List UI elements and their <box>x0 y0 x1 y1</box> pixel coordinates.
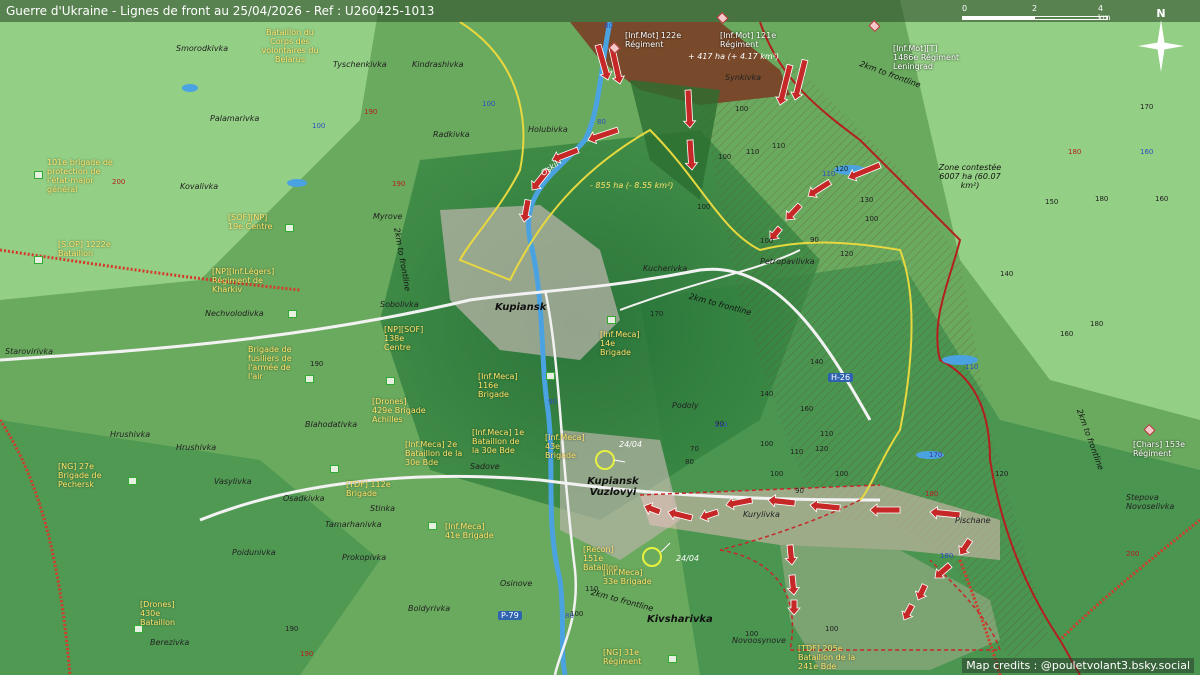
altitude-black-11: 100 <box>865 215 879 223</box>
altitude-black-4: 110 <box>772 142 786 150</box>
altitude-black-27: 170 <box>650 310 664 318</box>
altitude-black-30: 110 <box>820 430 834 438</box>
altitude-black-36: 180 <box>1090 320 1104 328</box>
altitude-black-12: 90 <box>810 236 819 244</box>
altitude-red-5: 200 <box>1126 550 1140 558</box>
altitude-black-1: 110 <box>746 148 760 156</box>
altitude-black-5: 170 <box>1140 103 1154 111</box>
contested-zone-annotation: Zone contestée 6007 ha (60.07 km²) <box>938 163 1002 190</box>
altitude-black-18: 110 <box>790 448 804 456</box>
altitude-black-24: 70 <box>690 445 699 453</box>
map-canvas[interactable]: Guerre d'Ukraine - Lignes de front au 25… <box>0 0 1200 675</box>
loss-annotation: - 855 ha (- 8.55 km²) <box>590 181 674 190</box>
altitude-black-14: 120 <box>840 250 854 258</box>
altitude-blue-0: 100 <box>482 100 496 108</box>
altitude-black-33: 140 <box>1000 270 1014 278</box>
altitude-black-35: 160 <box>1060 330 1074 338</box>
altitude-black-23: 80 <box>685 458 694 466</box>
altitude-black-37: 190 <box>310 360 324 368</box>
altitude-black-10: 130 <box>860 196 874 204</box>
altitude-black-21: 90 <box>795 487 804 495</box>
altitude-red-0: 190 <box>364 108 378 116</box>
date-marker-33: 24/04 <box>676 554 700 563</box>
date-marker-43: 24/04 <box>619 440 643 449</box>
altitude-black-13: 100 <box>760 237 774 245</box>
altitude-blue-2: 110 <box>822 170 836 178</box>
gain-annotation: + 417 ha (+ 4.17 km²) <box>688 52 780 61</box>
altitude-black-28: 140 <box>760 390 774 398</box>
altitude-red-3: 180 <box>1068 148 1082 156</box>
altitude-black-8: 150 <box>1045 198 1059 206</box>
altitude-black-7: 160 <box>1155 195 1169 203</box>
altitude-black-9: 120 <box>835 165 849 173</box>
altitude-red-7: 190 <box>300 650 314 658</box>
altitude-black-29: 100 <box>770 470 784 478</box>
highlight-markers <box>595 450 671 567</box>
altitude-black-2: 100 <box>718 153 732 161</box>
altitude-black-0: 100 <box>735 105 749 113</box>
altitude-black-26: 110 <box>585 585 599 593</box>
altitude-black-34: 100 <box>825 625 839 633</box>
altitude-blue-5: 80 <box>597 118 606 126</box>
altitude-black-3: 100 <box>697 203 711 211</box>
altitude-blue-9: 110 <box>714 421 728 429</box>
altitude-black-6: 180 <box>1095 195 1109 203</box>
altitude-black-20: 100 <box>835 470 849 478</box>
altitude-blue-8: 160 <box>1140 148 1154 156</box>
altitude-black-32: 100 <box>745 630 759 638</box>
altitude-black-19: 120 <box>815 445 829 453</box>
altitude-red-6: 180 <box>925 490 939 498</box>
altitude-blue-4: 80 <box>604 22 613 30</box>
altitude-red-1: 190 <box>392 180 406 188</box>
altitude-red-2: 200 <box>112 178 126 186</box>
altitude-blue-1: 100 <box>312 122 326 130</box>
road-p79: P-79 <box>498 611 522 620</box>
altitude-black-31: 120 <box>995 470 1009 478</box>
altitude-blue-3: 110 <box>965 363 979 371</box>
road-h26: H-26 <box>828 373 854 382</box>
altitude-black-38: 190 <box>285 625 299 633</box>
altitude-black-16: 160 <box>800 405 814 413</box>
altitude-black-17: 100 <box>760 440 774 448</box>
altitude-black-15: 140 <box>810 358 824 366</box>
altitude-blue-6: 170 <box>929 451 943 459</box>
altitude-blue-7: 180 <box>940 552 954 560</box>
altitude-blue-10: 80 <box>565 612 574 620</box>
altitude-blue-11: 90 <box>548 398 557 406</box>
